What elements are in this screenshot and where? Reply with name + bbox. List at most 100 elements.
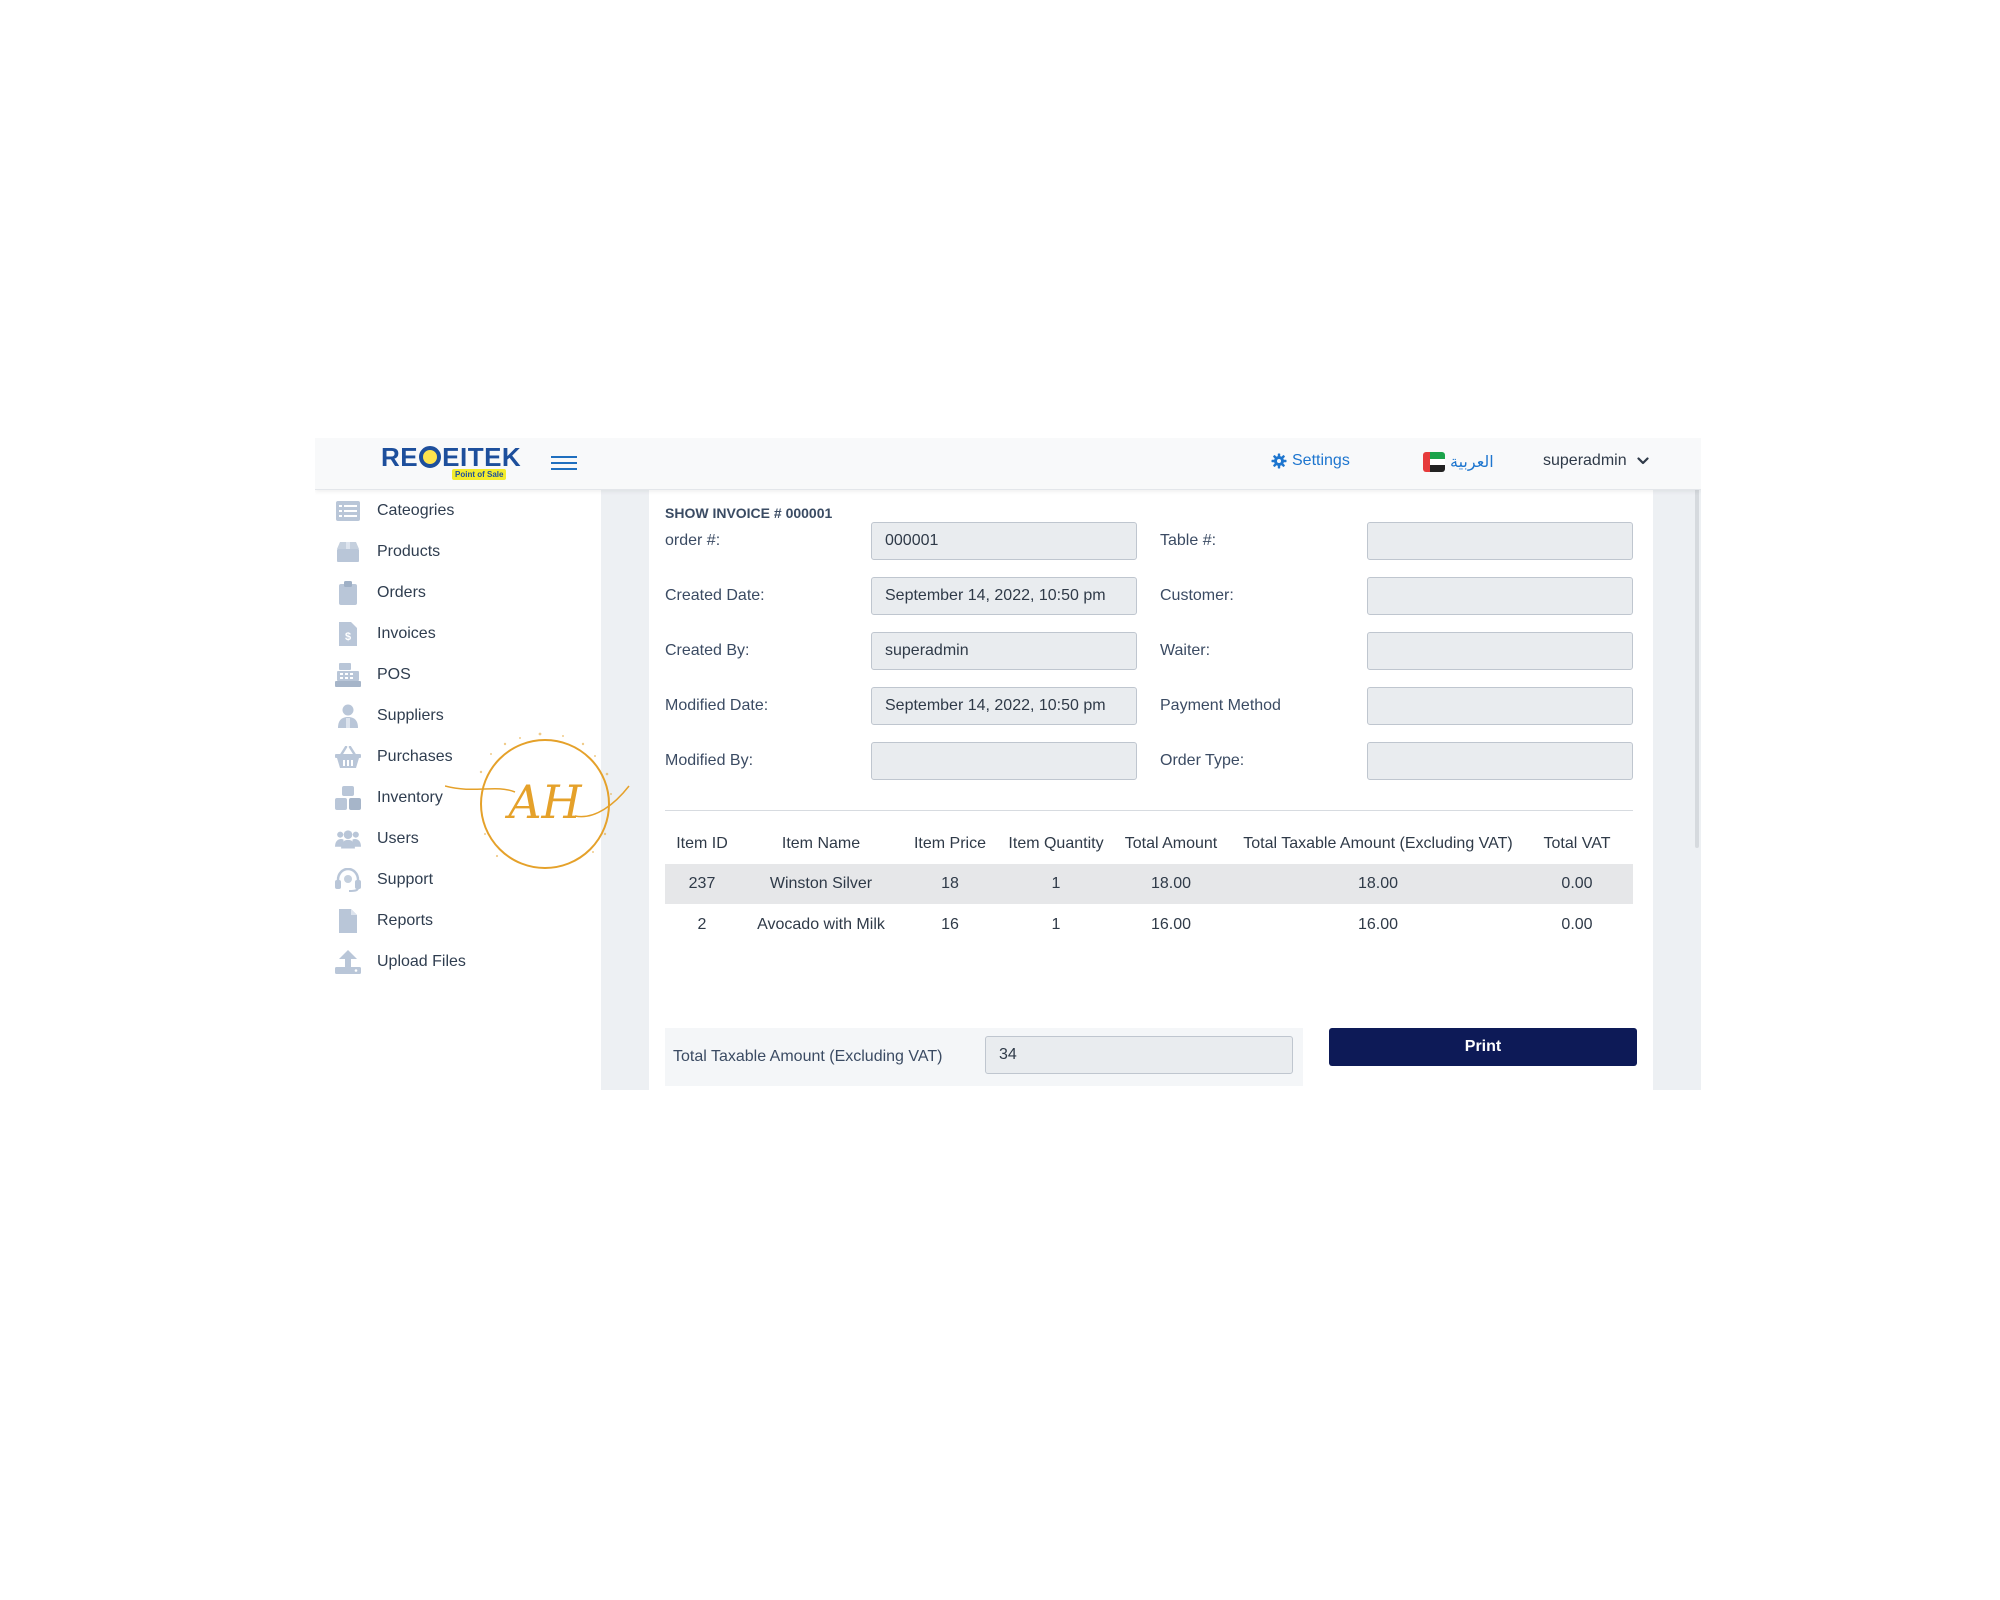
total-taxable-field[interactable]: 34	[985, 1036, 1293, 1074]
section-divider	[665, 810, 1633, 811]
table-cell: 0.00	[1561, 875, 1593, 892]
sidebar-item-support[interactable]: Support	[335, 865, 433, 895]
sidebar-item-inventory[interactable]: Inventory	[335, 783, 443, 813]
sidebar-item-invoices[interactable]: $ Invoices	[335, 619, 436, 649]
table-row[interactable]: 237 Winston Silver 18 1 18.00 18.00 0.00	[665, 864, 1633, 904]
svg-text:$: $	[345, 631, 351, 643]
basket-icon	[335, 745, 361, 769]
sidebar-item-products[interactable]: Products	[335, 537, 440, 567]
created-date-label: Created Date:	[665, 587, 765, 604]
order-number-label: order #:	[665, 532, 721, 549]
column-header: Item Quantity	[1008, 835, 1104, 852]
order-type-field[interactable]	[1367, 742, 1633, 780]
supplier-icon	[335, 704, 361, 728]
sidebar-item-label: Upload Files	[377, 953, 466, 970]
print-button[interactable]: Print	[1329, 1028, 1637, 1066]
total-taxable-label: Total Taxable Amount (Excluding VAT)	[673, 1048, 943, 1065]
table-cell: 16	[941, 916, 959, 933]
table-cell: Winston Silver	[769, 875, 873, 892]
watermark-logo: AH	[445, 732, 630, 869]
order-type-label: Order Type:	[1160, 752, 1245, 769]
order-number-field[interactable]: 000001	[871, 522, 1137, 560]
sidebar-item-pos[interactable]: POS	[335, 660, 411, 690]
table-header-row: Item ID Item Name Item Price Item Quanti…	[665, 824, 1633, 864]
box-icon	[335, 540, 361, 564]
sidebar-item-purchases[interactable]: Purchases	[335, 742, 453, 772]
table-cell: 1	[1051, 875, 1061, 892]
sidebar-item-upload-files[interactable]: Upload Files	[335, 947, 466, 977]
user-menu[interactable]: superadmin	[1543, 452, 1649, 470]
column-header: Item Price	[913, 835, 986, 852]
headset-icon	[335, 868, 361, 892]
hamburger-menu-icon[interactable]	[551, 452, 577, 476]
table-cell: 2	[697, 916, 707, 933]
sidebar-item-users[interactable]: Users	[335, 824, 419, 854]
sidebar-item-reports[interactable]: Reports	[335, 906, 433, 936]
table-cell: 18.00	[1357, 875, 1399, 892]
user-name: superadmin	[1543, 452, 1627, 469]
payment-method-field[interactable]	[1367, 687, 1633, 725]
table-cell: 16.00	[1150, 916, 1192, 933]
table-cell: 16.00	[1357, 916, 1399, 933]
table-row[interactable]: 2 Avocado with Milk 16 1 16.00 16.00 0.0…	[665, 905, 1633, 945]
language-switch[interactable]: العربية	[1423, 452, 1494, 472]
created-date-field[interactable]: September 14, 2022, 10:50 pm	[871, 577, 1137, 615]
app-window: RE EITEK Point of Sale Settings العربية …	[315, 438, 1701, 1090]
created-by-field[interactable]: superadmin	[871, 632, 1137, 670]
column-header: Total Amount	[1124, 835, 1218, 852]
sidebar-item-label: Suppliers	[377, 707, 444, 724]
sidebar-item-label: Invoices	[377, 625, 436, 642]
sidebar-item-label: Support	[377, 871, 434, 888]
modified-by-label: Modified By:	[665, 752, 754, 769]
payment-method-label: Payment Method	[1160, 697, 1281, 714]
table-cell: 0.00	[1561, 916, 1593, 933]
column-header: Total Taxable Amount (Excluding VAT)	[1243, 835, 1513, 852]
modified-date-label: Modified Date:	[665, 697, 769, 714]
watermark-monogram: AH	[504, 775, 582, 829]
scrollbar[interactable]	[1695, 464, 1699, 848]
table-cell: 1	[1051, 916, 1061, 933]
column-header: Item Name	[781, 835, 861, 852]
brand-logo[interactable]: RE EITEK Point of Sale	[381, 442, 521, 484]
cash-register-icon	[335, 663, 361, 687]
invoice-icon: $	[335, 622, 361, 646]
sidebar-item-label: Purchases	[377, 748, 453, 765]
clipboard-icon	[335, 581, 361, 605]
sidebar-item-label: Reports	[377, 912, 434, 929]
gear-icon	[1271, 453, 1287, 469]
table-cell: 237	[688, 875, 716, 892]
sidebar-item-orders[interactable]: Orders	[335, 578, 426, 608]
file-icon	[335, 909, 361, 933]
table-number-field[interactable]	[1367, 522, 1633, 560]
sidebar-item-categories[interactable]: Cateogries	[335, 496, 454, 526]
table-cell: Avocado with Milk	[757, 916, 885, 933]
customer-field[interactable]	[1367, 577, 1633, 615]
customer-label: Customer:	[1160, 587, 1234, 604]
settings-link[interactable]: Settings	[1271, 452, 1350, 470]
language-label: العربية	[1450, 454, 1494, 471]
boxes-icon	[335, 786, 361, 810]
column-header: Item ID	[676, 835, 728, 852]
table-cell: 18.00	[1150, 875, 1192, 892]
created-by-label: Created By:	[665, 642, 750, 659]
column-header: Total VAT	[1543, 835, 1611, 852]
table-number-label: Table #:	[1160, 532, 1217, 549]
page-title: SHOW INVOICE # 000001	[665, 505, 833, 521]
table-cell: 18	[941, 875, 959, 892]
waiter-field[interactable]	[1367, 632, 1633, 670]
sidebar-item-label: Orders	[377, 584, 426, 601]
modified-by-field[interactable]	[871, 742, 1137, 780]
totals-panel: Total Taxable Amount (Excluding VAT) 34	[665, 1028, 1303, 1086]
sidebar-item-suppliers[interactable]: Suppliers	[335, 701, 444, 731]
sidebar-item-label: Inventory	[377, 789, 443, 806]
sidebar-item-label: POS	[377, 666, 411, 683]
uae-flag-icon	[1423, 452, 1445, 472]
logo-tagline: Point of Sale	[452, 469, 507, 480]
top-navbar: RE EITEK Point of Sale Settings العربية …	[315, 438, 1701, 490]
chevron-down-icon	[1637, 457, 1649, 465]
invoice-card: SHOW INVOICE # 000001 order #: 000001 Cr…	[649, 490, 1653, 1090]
sidebar-item-label: Users	[377, 830, 419, 847]
users-icon	[335, 827, 361, 851]
sidebar-item-label: Cateogries	[377, 502, 455, 519]
modified-date-field[interactable]: September 14, 2022, 10:50 pm	[871, 687, 1137, 725]
